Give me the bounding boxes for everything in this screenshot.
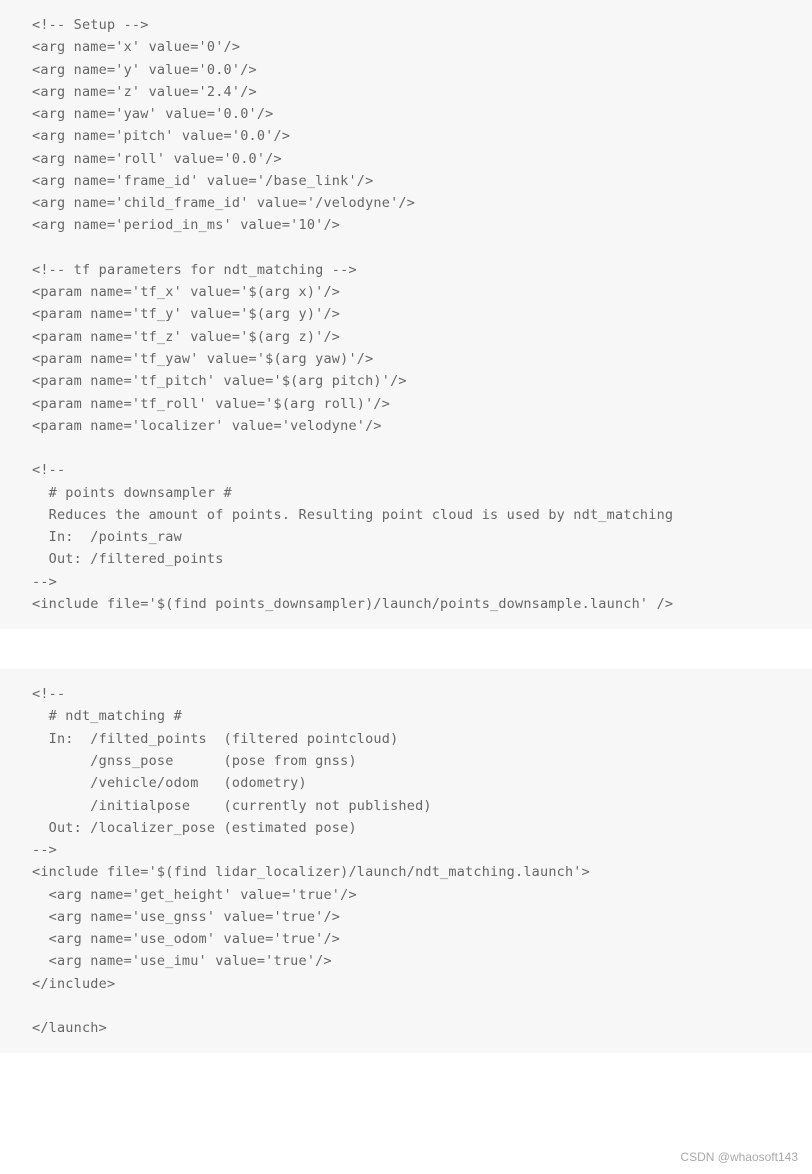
code-block-ndt-matching: <!-- # ndt_matching # In: /filted_points… [0,669,812,1053]
code-block-setup: <!-- Setup --> <arg name='x' value='0'/>… [0,0,812,629]
watermark: CSDN @whaosoft143 [680,1148,798,1168]
